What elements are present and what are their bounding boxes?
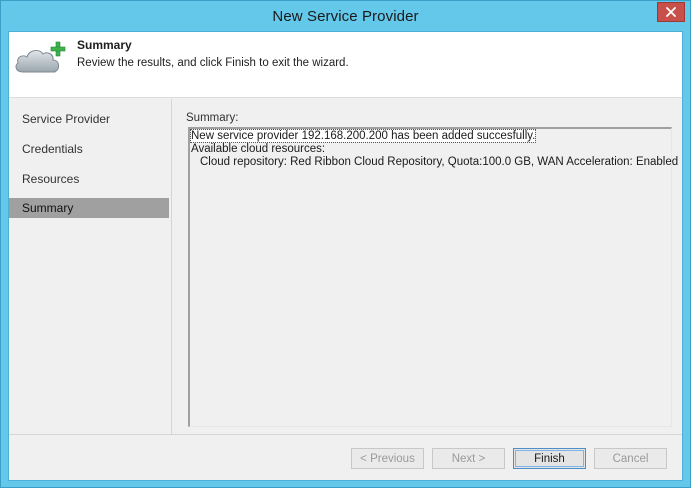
summary-textbox[interactable]: New service provider 192.168.200.200 has… <box>188 127 679 427</box>
step-service-provider[interactable]: Service Provider <box>9 109 169 129</box>
summary-label: Summary: <box>186 112 239 124</box>
wizard-client-area: Summary Review the results, and click Fi… <box>8 31 683 481</box>
close-icon <box>666 7 676 17</box>
summary-line: Cloud repository: Red Ribbon Cloud Repos… <box>200 156 679 168</box>
step-credentials[interactable]: Credentials <box>9 139 169 159</box>
wizard-header: Summary Review the results, and click Fi… <box>9 32 682 98</box>
previous-button[interactable]: < Previous <box>351 448 424 469</box>
summary-panel: Summary: New service provider 192.168.20… <box>172 99 682 434</box>
wizard-steps-nav: Service Provider Credentials Resources S… <box>9 99 171 434</box>
step-summary[interactable]: Summary <box>9 198 169 218</box>
window-title: New Service Provider <box>272 7 419 25</box>
close-button[interactable] <box>657 2 685 22</box>
finish-button[interactable]: Finish <box>513 448 586 469</box>
next-button[interactable]: Next > <box>432 448 505 469</box>
cancel-button[interactable]: Cancel <box>594 448 667 469</box>
header-title: Summary <box>77 38 132 52</box>
cloud-add-icon <box>15 41 66 73</box>
title-bar[interactable]: New Service Provider <box>1 1 690 31</box>
summary-line: Available cloud resources: <box>191 143 326 155</box>
summary-line: New service provider 192.168.200.200 has… <box>189 129 671 143</box>
header-description: Review the results, and click Finish to … <box>77 57 349 69</box>
summary-line-text: New service provider 192.168.200.200 has… <box>189 129 537 143</box>
footer-separator <box>9 434 682 435</box>
step-resources[interactable]: Resources <box>9 169 169 189</box>
wizard-window: New Service Provider Summary Review the … <box>0 0 691 488</box>
